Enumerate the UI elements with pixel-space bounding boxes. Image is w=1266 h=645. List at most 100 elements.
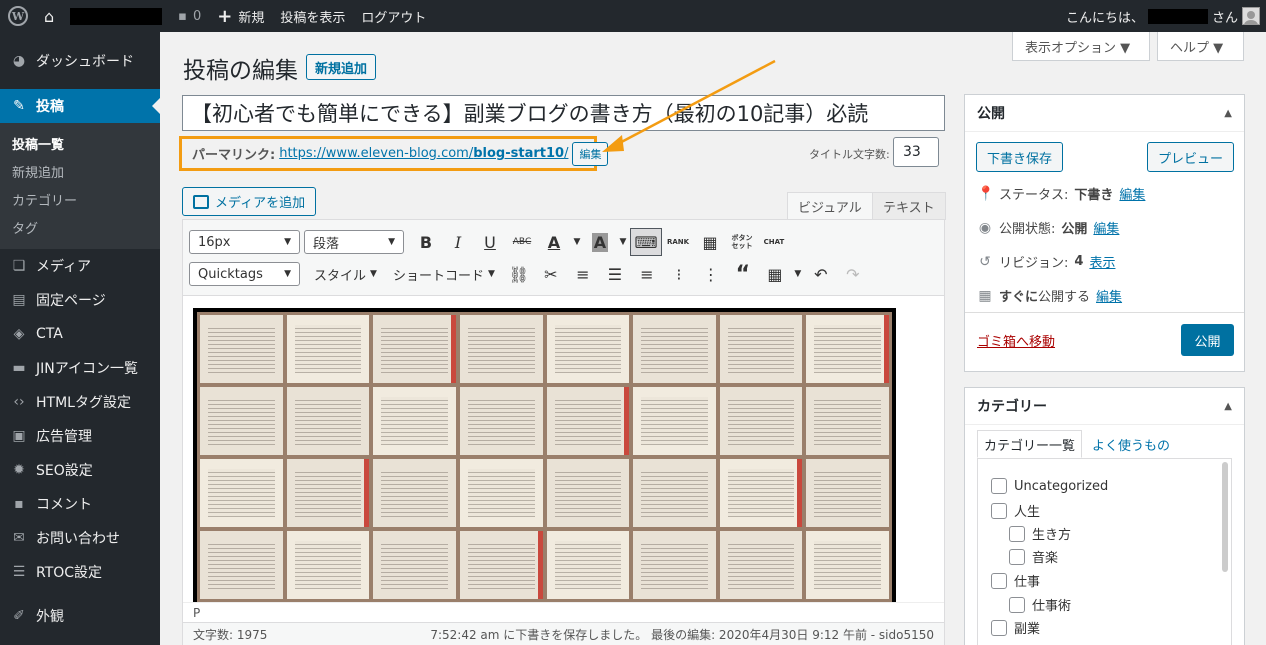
menu-comments[interactable]: ▪ コメント [0, 487, 160, 521]
view-post-link[interactable]: 投稿を表示 [272, 0, 353, 32]
tab-visual[interactable]: ビジュアル [787, 192, 873, 220]
screen-options-button[interactable]: 表示オプション ▼ [1012, 32, 1150, 61]
menu-contact[interactable]: ✉ お問い合わせ [0, 521, 160, 555]
checkbox[interactable] [1009, 548, 1025, 565]
tab-all-categories[interactable]: カテゴリー一覧 [977, 430, 1083, 458]
menu-jin-icons[interactable]: ▬ JINアイコン一覧 [0, 351, 160, 385]
featured-book-pages-image[interactable] [193, 308, 896, 602]
checkbox[interactable] [1009, 525, 1025, 542]
chevron-down-icon[interactable]: ▼ [791, 260, 805, 288]
chevron-down-icon[interactable]: ▼ [616, 228, 630, 256]
collapse-toggle-icon[interactable]: ▲ [1224, 401, 1232, 412]
menu-ads[interactable]: ▣ 広告管理 [0, 419, 160, 453]
category-item[interactable]: 音楽 [1009, 547, 1058, 566]
submenu-all-posts[interactable]: 投稿一覧 [0, 129, 160, 157]
format-select[interactable]: 段落 [304, 230, 404, 254]
italic-icon[interactable]: I [442, 228, 474, 256]
menu-seo[interactable]: ✹ SEO設定 [0, 453, 160, 487]
revisions-view-link[interactable]: 表示 [1089, 252, 1115, 271]
add-new-button[interactable]: 新規追加 [306, 54, 377, 80]
bullet-list-icon[interactable]: ⁝ [663, 260, 695, 288]
undo-icon[interactable]: ↶ [805, 260, 837, 288]
style-dropdown[interactable]: スタイル ▼ [306, 260, 385, 288]
menu-posts[interactable]: ✎ 投稿 [0, 89, 160, 123]
strikethrough-icon[interactable]: ABC [506, 228, 538, 256]
menu-pages[interactable]: ▤ 固定ページ [0, 283, 160, 317]
permalink-edit-button[interactable]: 編集 [572, 141, 609, 166]
publish-box-header[interactable]: 公開 ▲ [965, 95, 1244, 132]
chevron-down-icon[interactable]: ▼ [570, 228, 584, 256]
menu-cta[interactable]: ◈ CTA [0, 317, 160, 351]
site-name-redacted[interactable] [62, 0, 170, 32]
submenu-add-new[interactable]: 新規追加 [0, 157, 160, 185]
scrollbar[interactable] [1222, 462, 1228, 572]
logout-link[interactable]: ログアウト [353, 0, 434, 32]
save-draft-button[interactable]: 下書き保存 [976, 142, 1063, 172]
background-color-icon[interactable]: A [584, 228, 616, 256]
chat-button[interactable]: CHAT [758, 228, 790, 256]
blockquote-icon[interactable]: “ [727, 260, 759, 288]
checkbox[interactable] [991, 502, 1007, 519]
checkbox[interactable] [991, 619, 1007, 636]
schedule-edit-link[interactable]: 編集 [1096, 286, 1122, 305]
checkbox[interactable] [991, 572, 1007, 589]
checkbox[interactable] [1009, 596, 1025, 613]
rank-button[interactable]: RANK [662, 228, 694, 256]
site-home-icon[interactable]: ⌂ [36, 0, 62, 32]
link-icon[interactable]: ⛓ [503, 260, 535, 288]
category-item[interactable]: 仕事術 [1009, 595, 1071, 614]
button-set-button[interactable]: ボタン セット [726, 228, 758, 256]
tab-text[interactable]: テキスト [872, 192, 946, 220]
book-page [806, 315, 889, 383]
menu-label: 投稿 [36, 99, 64, 115]
publish-button[interactable]: 公開 [1181, 324, 1234, 356]
submenu-tags[interactable]: タグ [0, 213, 160, 241]
add-media-label: メディアを追加 [215, 196, 306, 211]
keyboard-icon[interactable]: ⌨ [630, 228, 662, 256]
preview-button[interactable]: プレビュー [1147, 142, 1234, 172]
add-media-button[interactable]: メディアを追加 [182, 187, 317, 216]
category-item[interactable]: 生き方 [1009, 524, 1071, 543]
unlink-icon[interactable]: ✂ [535, 260, 567, 288]
category-item[interactable]: 副業 [991, 618, 1040, 637]
checkbox[interactable] [991, 478, 1007, 494]
move-to-trash-link[interactable]: ゴミ箱へ移動 [977, 331, 1055, 350]
element-path[interactable]: P [183, 602, 944, 622]
menu-rtoc[interactable]: ☰ RTOC設定 [0, 555, 160, 589]
new-content-link[interactable]: + 新規 [209, 0, 272, 32]
menu-media[interactable]: ❏ メディア [0, 249, 160, 283]
status-edit-link[interactable]: 編集 [1119, 184, 1145, 203]
redo-icon[interactable]: ↷ [837, 260, 869, 288]
my-account[interactable]: こんにちは、 さん [1066, 0, 1260, 32]
numbered-list-icon[interactable]: ⋮ [695, 260, 727, 288]
menu-dashboard[interactable]: ◕ ダッシュボード [0, 44, 160, 78]
shortcode-dropdown[interactable]: ショートコード ▼ [385, 260, 503, 288]
table-icon[interactable]: ▦ [694, 228, 726, 256]
text-color-icon[interactable]: A [538, 228, 570, 256]
tab-most-used[interactable]: よく使うもの [1086, 430, 1176, 458]
editor-content-area[interactable] [183, 297, 944, 602]
comments-link[interactable]: ▪ 0 [170, 0, 209, 32]
align-right-icon[interactable]: ≡ [631, 260, 663, 288]
align-center-icon[interactable]: ☰ [599, 260, 631, 288]
menu-html-tags[interactable]: ‹› HTMLタグ設定 [0, 385, 160, 419]
category-item[interactable]: 人生 [991, 501, 1040, 520]
align-left-icon[interactable]: ≡ [567, 260, 599, 288]
permalink-url[interactable]: https://www.eleven-blog.com/blog-start10… [279, 146, 568, 161]
table-insert-icon[interactable]: ▦ [759, 260, 791, 288]
underline-icon[interactable]: U [474, 228, 506, 256]
category-item[interactable]: 仕事 [991, 571, 1040, 590]
categories-box-header[interactable]: カテゴリー ▲ [965, 388, 1244, 425]
book-page [806, 531, 889, 599]
bold-icon[interactable]: B [410, 228, 442, 256]
help-button[interactable]: ヘルプ ▼ [1157, 32, 1244, 61]
post-title-input[interactable]: 【初心者でも簡単にできる】副業ブログの書き方（最初の10記事）必読 [182, 95, 945, 131]
submenu-categories[interactable]: カテゴリー [0, 185, 160, 213]
visibility-edit-link[interactable]: 編集 [1093, 218, 1119, 237]
collapse-toggle-icon[interactable]: ▲ [1224, 108, 1232, 119]
font-size-select[interactable]: 16px [189, 230, 300, 254]
category-item[interactable]: Uncategorized [991, 478, 1108, 494]
menu-appearance[interactable]: ✐ 外観 [0, 599, 160, 633]
wordpress-logo-icon[interactable]: W [0, 0, 36, 32]
quicktags-select[interactable]: Quicktags [189, 262, 300, 286]
